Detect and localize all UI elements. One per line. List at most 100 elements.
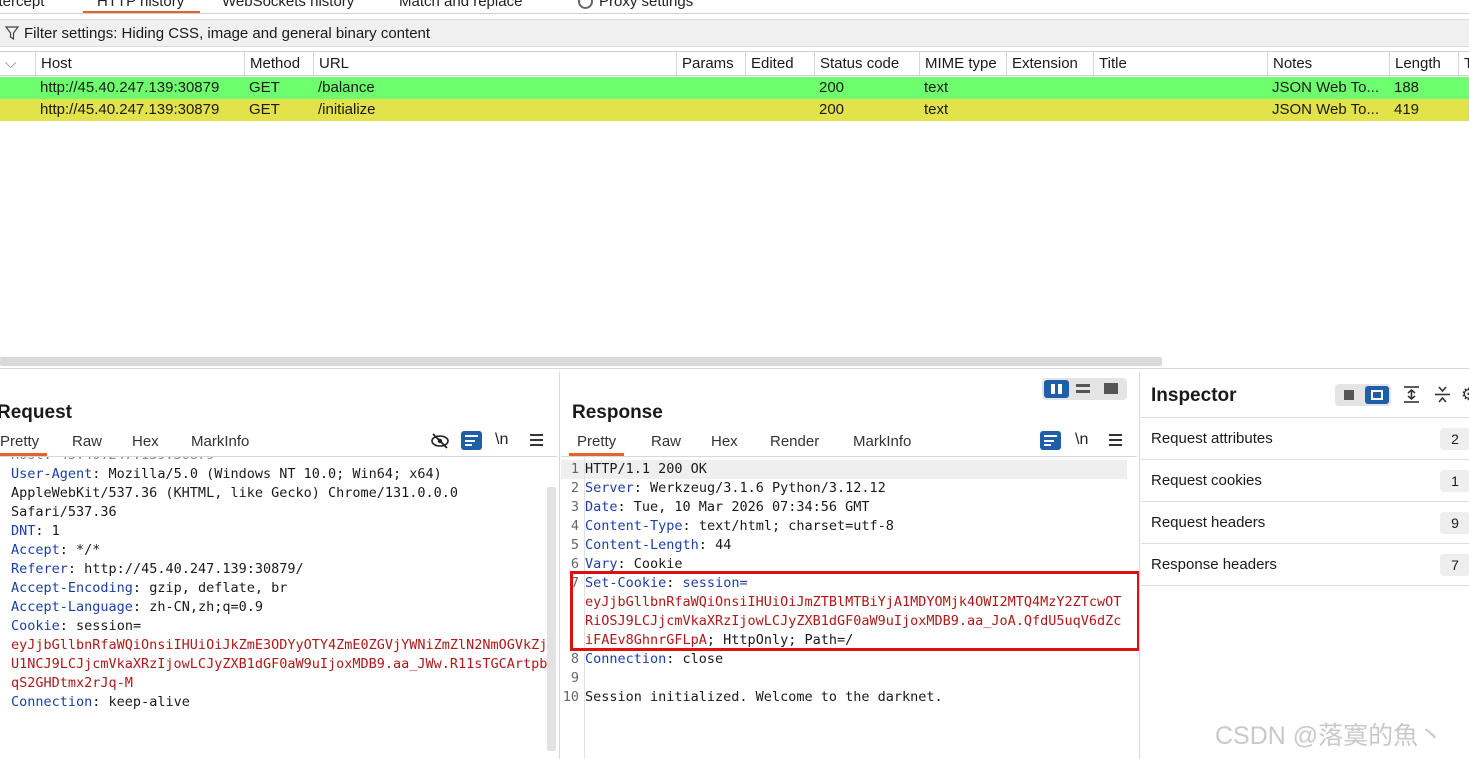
header-key: Vary (585, 556, 618, 572)
header-key: Connection (11, 694, 93, 710)
header-colon: : (59, 618, 68, 634)
header-value: text/html; charset=utf-8 (690, 518, 894, 534)
table-horizontal-scrollbar[interactable] (0, 357, 1162, 366)
header-value: Mozilla/5.0 (Windows NT 10.0; Win64; x64… (100, 466, 442, 482)
filter-settings-bar[interactable]: Filter settings: Hiding CSS, image and g… (0, 19, 1469, 47)
hide-eye-icon[interactable] (430, 432, 450, 450)
watermark: CSDN @落寞的魚丶 (1215, 722, 1444, 750)
request-menu-icon[interactable] (530, 434, 543, 446)
inspector-settings-gear-icon[interactable]: ⚙ (1461, 385, 1469, 405)
collapse-all-icon[interactable] (1434, 385, 1451, 404)
header-colon: : (617, 499, 626, 515)
inspector-item-count: 1 (1440, 470, 1469, 492)
sort-chevron-down-icon[interactable]: ⌵ (0, 52, 35, 76)
request-tab-pretty[interactable]: Pretty (0, 433, 48, 456)
cookie-value: qS2GHDtmx2rJq-M (11, 675, 133, 691)
column-url[interactable]: URL (313, 52, 677, 76)
request-line: Accept-Language: zh-CN,zh;q=0.9 (11, 598, 547, 617)
line-number: 10 (562, 689, 579, 705)
table-row[interactable]: http://45.40.247.139:30879 GET /balance … (0, 77, 1469, 99)
request-response-separator[interactable] (559, 372, 560, 759)
header-colon: : (698, 537, 707, 553)
header-colon: : (132, 580, 142, 596)
inspector-panel-icon[interactable] (1365, 386, 1389, 404)
column-length[interactable]: Length (1389, 52, 1458, 76)
column-mime-type[interactable]: MIME type (919, 52, 1006, 76)
header-value: zh-CN,zh;q=0.9 (141, 599, 263, 615)
table-row[interactable]: http://45.40.247.139:30879 GET /initiali… (0, 99, 1469, 121)
response-inspector-separator[interactable] (1139, 372, 1140, 759)
request-newline-toggle[interactable]: \n (495, 431, 508, 449)
response-newline-toggle[interactable]: \n (1075, 431, 1088, 449)
request-tab-raw[interactable]: Raw (72, 433, 102, 450)
tab-match-and-replace[interactable]: Match and replace (399, 0, 522, 10)
panel-splitter[interactable] (0, 368, 1469, 369)
header-colon: : (132, 599, 142, 615)
column-notes[interactable]: Notes (1267, 52, 1389, 76)
response-line: 3 Date: Tue, 10 Mar 2026 07:34:56 GMT (561, 498, 1121, 517)
response-word-wrap-icon[interactable] (1040, 431, 1061, 450)
response-line: 8 Connection: close (561, 650, 1121, 669)
stacked-view-icon[interactable] (1076, 383, 1090, 394)
request-editor[interactable]: Host: 45.40.247.139:30879 User-Agent: Mo… (0, 456, 557, 759)
split-view-icon[interactable] (1044, 380, 1069, 398)
tab-http-history[interactable]: HTTP history (82, 0, 201, 13)
header-value: close (674, 651, 724, 667)
inspector-list-icon[interactable] (1340, 388, 1358, 402)
response-tab-markinfo[interactable]: MarkInfo (853, 433, 911, 450)
inspector-request-headers[interactable]: Request headers (1141, 502, 1469, 544)
response-menu-icon[interactable] (1109, 434, 1122, 446)
layout-toggle-group (1042, 378, 1127, 400)
request-line: Accept-Encoding: gzip, deflate, br (11, 579, 547, 598)
request-line: U1NCJ9LCJjcmVkaXRzIjowLCJyZXB1dGF0aW9uIj… (11, 655, 547, 674)
column-edited[interactable]: Edited (745, 52, 814, 76)
response-text: HTTP/1.1 200 OK (585, 461, 707, 477)
inspector-request-cookies[interactable]: Request cookies (1141, 460, 1469, 502)
request-line: User-Agent: Mozilla/5.0 (Windows NT 10.0… (11, 465, 547, 484)
inspector-item-label: Request headers (1151, 514, 1266, 531)
tab-proxy-settings-label: Proxy settings (599, 0, 694, 10)
request-word-wrap-icon[interactable] (461, 431, 482, 450)
tab-websockets-history[interactable]: WebSockets history (222, 0, 354, 10)
expand-all-icon[interactable] (1403, 385, 1420, 404)
tab-intercept[interactable]: Intercept (0, 0, 44, 10)
request-tab-markinfo[interactable]: MarkInfo (191, 433, 249, 450)
response-tab-raw[interactable]: Raw (651, 433, 681, 450)
cookie-value: eyJjbGllbnRfaWQiOnsiIHUiOiJkZmE3ODYyOTY4… (11, 637, 548, 653)
request-scrollbar[interactable] (547, 487, 556, 751)
response-line: 10 Session initialized. Welcome to the da… (561, 688, 1121, 707)
request-line: qS2GHDtmx2rJq-M (11, 674, 547, 693)
column-extension[interactable]: Extension (1006, 52, 1093, 76)
header-colon: : (617, 556, 626, 572)
history-table-header: ⌵ Host Method URL Params Edited Status c… (0, 51, 1469, 76)
response-line: 5 Content-Length: 44 (561, 536, 1121, 555)
column-host[interactable]: Host (35, 52, 245, 76)
response-tab-hex[interactable]: Hex (711, 433, 738, 450)
response-tab-pretty[interactable]: Pretty (568, 433, 625, 456)
column-status-code[interactable]: Status code (814, 52, 919, 76)
header-key: Date (585, 499, 618, 515)
column-t[interactable]: T (1458, 52, 1469, 76)
column-title[interactable]: Title (1093, 52, 1267, 76)
request-tab-hex[interactable]: Hex (132, 433, 159, 450)
response-tab-render[interactable]: Render (770, 433, 819, 450)
header-colon: : (682, 518, 691, 534)
row-notes: JSON Web To... (1272, 79, 1379, 96)
header-value: Werkzeug/3.1.6 Python/3.12.12 (641, 480, 886, 496)
request-panel-title: Request (0, 402, 72, 423)
row-length: 419 (1394, 101, 1420, 118)
column-method[interactable]: Method (244, 52, 313, 76)
column-params[interactable]: Params (676, 52, 745, 76)
set-cookie-highlight-box (570, 571, 1140, 651)
header-key: Content-Type (585, 518, 683, 534)
row-method: GET (249, 101, 280, 118)
inspector-layout-group (1335, 384, 1391, 406)
header-key: Server (585, 480, 634, 496)
request-partial-line: Host: 45.40.247.139:30879 (11, 457, 214, 465)
single-view-icon[interactable] (1104, 383, 1118, 394)
header-continuation: AppleWebKit/537.36 (KHTML, like Gecko) C… (11, 485, 459, 501)
inspector-response-headers[interactable]: Response headers (1141, 544, 1469, 586)
inspector-request-attributes[interactable]: Request attributes (1141, 418, 1469, 460)
tab-proxy-settings[interactable]: Proxy settings (578, 0, 693, 10)
request-line: Safari/537.36 (11, 503, 547, 522)
